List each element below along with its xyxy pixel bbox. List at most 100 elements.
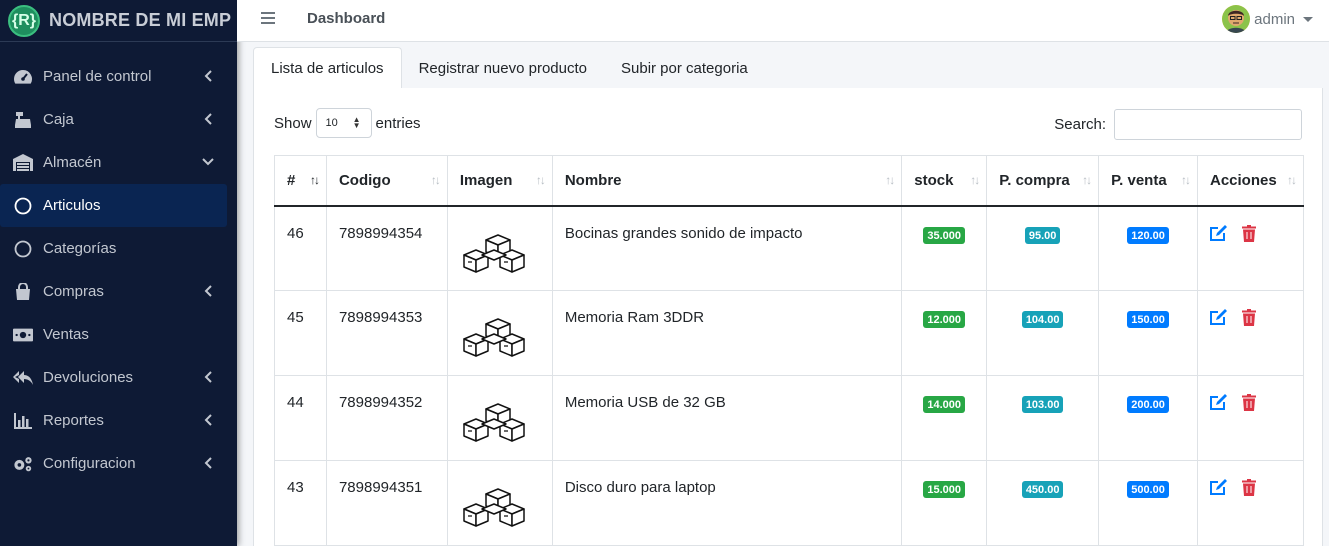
caret-down-icon: [1303, 16, 1313, 22]
chart-bar-icon: [13, 411, 33, 431]
column-header-label: P. venta: [1111, 171, 1167, 189]
edit-icon[interactable]: [1209, 309, 1228, 330]
delete-icon[interactable]: [1241, 394, 1256, 415]
delete-icon[interactable]: [1241, 479, 1256, 500]
sidebar-nav: Panel de control Caja Almacén Articulos: [0, 42, 237, 485]
tab-subir-por-categoria[interactable]: Subir por categoria: [604, 47, 765, 89]
sidebar-item-configuracion[interactable]: Configuracion: [0, 442, 237, 485]
tachometer-icon: [13, 67, 33, 87]
cell-stock: 14.000: [901, 375, 988, 461]
tab-registrar-nuevo-producto[interactable]: Registrar nuevo producto: [402, 47, 604, 89]
sidebar-item-ventas[interactable]: Ventas: [0, 313, 237, 356]
column-header-p-venta[interactable]: P. venta ↑↓: [1098, 155, 1198, 207]
column-header-stock[interactable]: stock ↑↓: [901, 155, 988, 207]
sidebar-item-articulos[interactable]: Articulos: [0, 184, 227, 227]
cell-imagen: [446, 205, 553, 291]
table-row: 43 7898994351 Disco duro para laptop 15.…: [274, 460, 1305, 546]
column-header-acciones[interactable]: Acciones ↑↓: [1196, 155, 1305, 207]
stock-badge: 15.000: [923, 481, 966, 498]
sidebar-item-label: Devoluciones: [43, 369, 134, 386]
cell-stock: 12.000: [901, 290, 988, 376]
column-header-label: P. compra: [999, 171, 1070, 189]
select-arrows-icon: ▲ ▼: [352, 115, 361, 130]
price-purchase-badge: 95.00: [1024, 226, 1061, 244]
cell-p-venta: 120.00: [1098, 205, 1198, 291]
circle-icon: [13, 196, 33, 216]
column-header-codigo[interactable]: Codigo ↑↓: [325, 155, 448, 207]
chevron-left-icon: [201, 456, 215, 470]
cell-acciones: [1196, 375, 1305, 461]
shopping-bag-icon: [13, 282, 33, 302]
cell-p-compra: 450.00: [986, 460, 1100, 546]
cell-imagen: [446, 460, 553, 546]
column-header-label: Acciones: [1209, 171, 1277, 189]
cell-acciones: [1196, 290, 1305, 376]
price-purchase-badge: 104.00: [1021, 311, 1064, 328]
sidebar-item-label: Caja: [43, 111, 74, 128]
sidebar-item-devoluciones[interactable]: Devoluciones: [0, 356, 237, 399]
cell-imagen: [446, 375, 553, 461]
cell-p-compra: 104.00: [986, 290, 1100, 376]
product-boxes-image: [463, 403, 525, 442]
brand[interactable]: {R} NOMBRE DE MI EMP: [0, 0, 237, 42]
sidebar-item-categorias[interactable]: Categorías: [0, 227, 237, 270]
sidebar-item-almacen[interactable]: Almacén: [0, 141, 237, 184]
sidebar-item-label: Almacén: [43, 154, 102, 171]
hamburger-menu-icon[interactable]: [261, 11, 277, 27]
entries-select-value: 10: [325, 117, 338, 129]
sidebar-item-caja[interactable]: Caja: [0, 98, 237, 141]
column-header-imagen[interactable]: Imagen ↑↓: [446, 155, 553, 207]
cell-codigo: 7898994354: [325, 205, 448, 291]
articles-card: Show 10 ▲ ▼ entries Search: # ↑↓ Codigo ↑↓ …: [253, 88, 1323, 546]
product-boxes-image: [463, 488, 525, 527]
top-navbar: Dashboard admin: [237, 0, 1329, 42]
price-sale-badge: 200.00: [1127, 396, 1169, 413]
entries-label: entries: [375, 114, 421, 132]
cell-p-compra: 95.00: [986, 205, 1100, 291]
tab-lista-de-articulos[interactable]: Lista de articulos: [253, 47, 402, 89]
cell-id: 43: [274, 460, 327, 546]
sidebar-item-compras[interactable]: Compras: [0, 270, 237, 313]
cell-p-venta: 200.00: [1098, 375, 1198, 461]
column-header-nombre[interactable]: Nombre ↑↓: [551, 155, 903, 207]
price-sale-badge: 150.00: [1127, 311, 1169, 328]
sidebar-item-label: Compras: [43, 283, 104, 300]
sidebar-item-panel-de-control[interactable]: Panel de control: [0, 55, 237, 98]
cell-id: 44: [274, 375, 327, 461]
chevron-left-icon: [201, 112, 215, 126]
edit-icon[interactable]: [1209, 224, 1228, 246]
chevron-down-icon: [201, 155, 215, 169]
delete-icon[interactable]: [1241, 224, 1256, 246]
tab-bar: Lista de articulos Registrar nuevo produ…: [253, 47, 765, 89]
chevron-left-icon: [201, 284, 215, 298]
page-title[interactable]: Dashboard: [307, 10, 385, 27]
sidebar: {R} NOMBRE DE MI EMP Panel de control Ca…: [0, 0, 237, 546]
brand-name: NOMBRE DE MI EMP: [49, 10, 232, 30]
column-header-p-compra[interactable]: P. compra ↑↓: [986, 155, 1100, 207]
column-header-label: Nombre: [564, 171, 622, 189]
cash-register-icon: [13, 110, 33, 130]
warehouse-icon: [13, 153, 33, 173]
cogs-icon: [13, 454, 33, 474]
stock-badge: 12.000: [923, 311, 966, 328]
sort-icon: ↑↓: [970, 173, 980, 187]
edit-icon[interactable]: [1209, 479, 1228, 500]
show-label: Show: [274, 114, 312, 132]
cell-p-venta: 150.00: [1098, 290, 1198, 376]
edit-icon[interactable]: [1209, 394, 1228, 415]
delete-icon[interactable]: [1241, 309, 1256, 330]
cell-id: 46: [274, 205, 327, 291]
user-menu[interactable]: admin: [1222, 5, 1313, 33]
stock-badge: 35.000: [923, 226, 966, 244]
price-purchase-badge: 103.00: [1021, 396, 1064, 413]
column-header-label: Imagen: [459, 171, 513, 189]
column-header-id[interactable]: # ↑↓: [274, 155, 327, 207]
cell-acciones: [1196, 460, 1305, 546]
cell-id: 45: [274, 290, 327, 376]
entries-select[interactable]: 10 ▲ ▼: [315, 108, 372, 138]
chevron-left-icon: [201, 413, 215, 427]
price-purchase-badge: 450.00: [1021, 481, 1064, 498]
column-header-label: #: [287, 171, 296, 189]
sidebar-item-reportes[interactable]: Reportes: [0, 399, 237, 442]
search-input[interactable]: [1114, 109, 1302, 140]
